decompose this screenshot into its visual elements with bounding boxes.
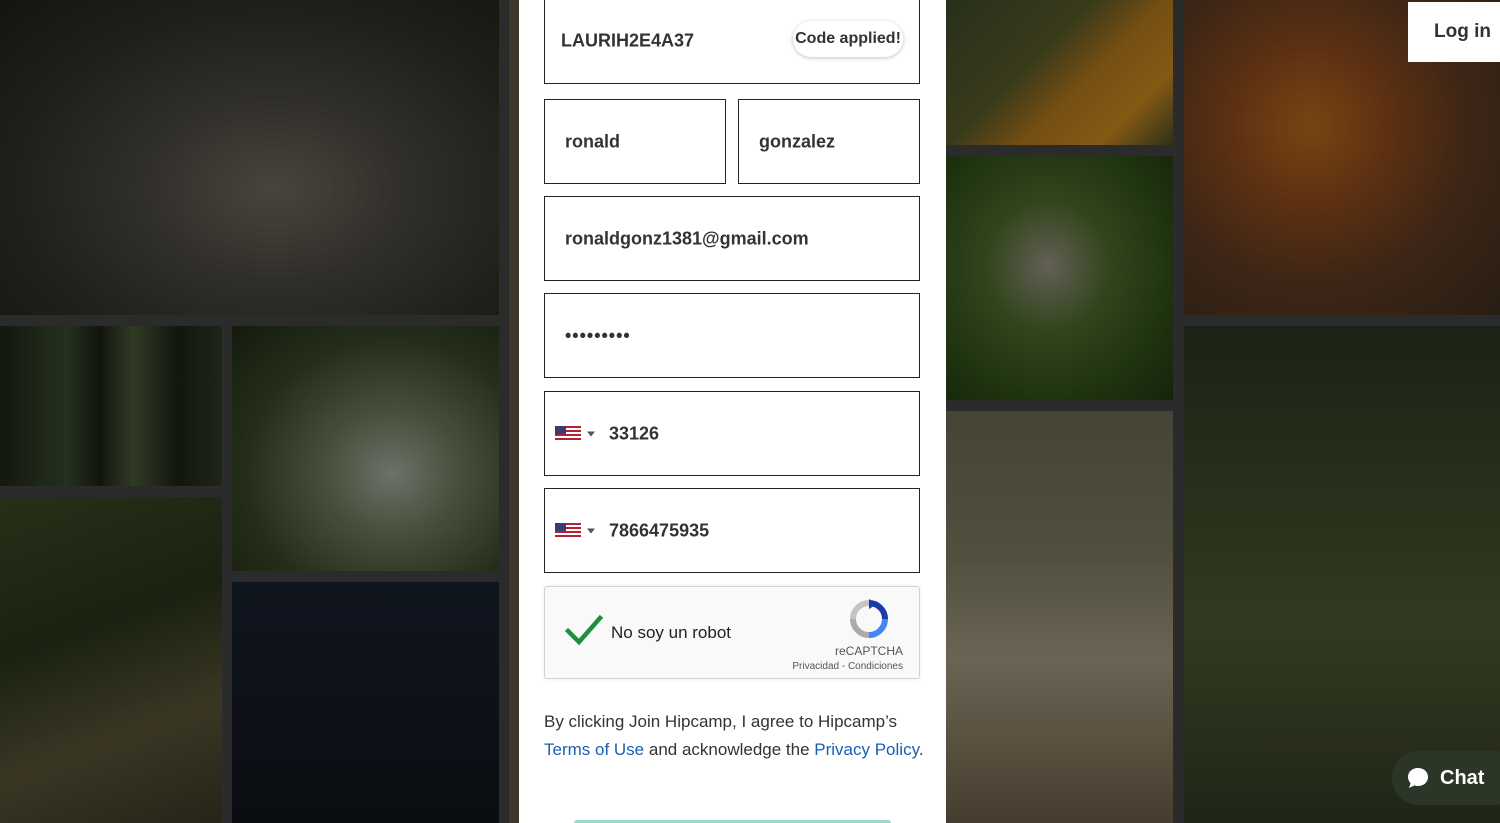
terms-text: By clicking Join Hipcamp, I agree to Hip…	[544, 708, 924, 764]
background-photo-night	[232, 582, 499, 823]
terms-of-use-link[interactable]: Terms of Use	[544, 740, 644, 759]
password-field[interactable]: •••••••••	[544, 293, 920, 378]
captcha-label: No soy un robot	[611, 623, 732, 642]
chat-label: Chat	[1440, 766, 1485, 789]
background-photo-oaks	[0, 497, 222, 823]
email-value: ronaldgonz1381@gmail.com	[565, 228, 809, 248]
chat-button[interactable]: Chat	[1392, 751, 1500, 805]
last-name-value: gonzalez	[759, 131, 836, 151]
login-label: Log in	[1434, 21, 1491, 42]
password-value: •••••••••	[565, 325, 631, 345]
zip-code-field[interactable]: 33126	[544, 391, 920, 476]
promo-code-field[interactable]: LAURIH2E4A37 Code applied!	[544, 0, 920, 84]
last-name-field[interactable]: gonzalez	[738, 99, 920, 184]
privacy-policy-link[interactable]: Privacy Policy	[814, 740, 919, 759]
signup-panel: LAURIH2E4A37 Code applied! ronald gonzal…	[519, 0, 946, 823]
first-name-field[interactable]: ronald	[544, 99, 726, 184]
chat-bubble-icon	[1408, 768, 1428, 788]
terms-suffix: .	[918, 740, 924, 759]
phone-value: 7866475935	[609, 520, 710, 540]
email-field[interactable]: ronaldgonz1381@gmail.com	[544, 196, 920, 281]
chevron-down-icon[interactable]	[587, 528, 595, 533]
recaptcha-icon	[850, 599, 888, 638]
background-photo-pumpkins	[946, 0, 1173, 145]
background-photo-trees	[232, 326, 499, 571]
zip-code-value: 33126	[609, 423, 660, 443]
us-flag-icon[interactable]	[555, 522, 581, 539]
recaptcha-widget[interactable]: No soy un robot reCAPTCHA Privacidad - C…	[544, 586, 920, 679]
background-photo-strip	[509, 0, 519, 823]
background-photo-trail	[946, 411, 1173, 823]
code-applied-badge: Code applied!	[793, 21, 903, 57]
background-photo-hiker	[1184, 326, 1500, 823]
background-photo-forest	[0, 326, 222, 486]
login-button[interactable]: Log in	[1408, 2, 1500, 62]
background-photo-tent	[0, 0, 499, 315]
recaptcha-brand: reCAPTCHA	[834, 644, 903, 658]
first-name-value: ronald	[565, 131, 621, 151]
background-photo-dog	[946, 156, 1173, 400]
checkmark-icon[interactable]	[565, 613, 603, 649]
promo-code-value: LAURIH2E4A37	[561, 30, 695, 51]
chevron-down-icon[interactable]	[587, 431, 595, 436]
terms-middle: and acknowledge the	[644, 740, 815, 759]
recaptcha-privacy-links[interactable]: Privacidad - Condiciones	[792, 661, 903, 672]
us-flag-icon[interactable]	[555, 425, 581, 442]
terms-prefix: By clicking Join Hipcamp, I agree to Hip…	[544, 712, 898, 731]
phone-field[interactable]: 7866475935	[544, 488, 920, 573]
